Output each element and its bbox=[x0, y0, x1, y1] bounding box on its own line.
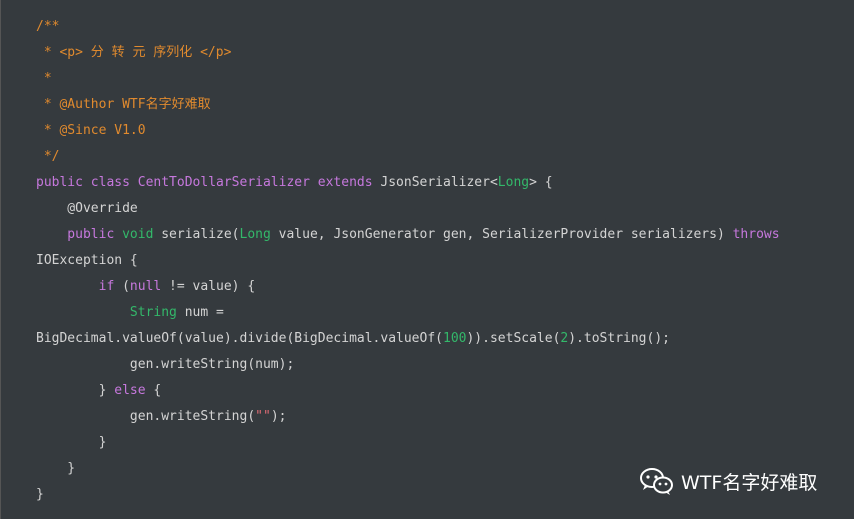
code-token: Long bbox=[497, 175, 530, 190]
code-line: public class CentToDollarSerializer exte… bbox=[36, 170, 780, 196]
watermark: WTF名字好难取 bbox=[639, 464, 817, 498]
code-token: gen.writeString(num); bbox=[36, 357, 295, 372]
code-line: * @Author WTF名字好难取 bbox=[36, 92, 780, 118]
code-token: } bbox=[36, 383, 115, 398]
code-token: "" bbox=[255, 409, 271, 424]
code-line: @Override bbox=[36, 196, 780, 222]
code-token: * @Author WTF名字好难取 bbox=[36, 97, 211, 112]
code-line: * <p> 分 转 元 序列化 </p> bbox=[36, 40, 780, 66]
code-token: null bbox=[129, 279, 162, 294]
code-token: * <p> 分 转 元 序列化 </p> bbox=[36, 45, 232, 60]
code-token: if bbox=[36, 279, 123, 294]
code-token: * @Since V1.0 bbox=[36, 123, 146, 138]
code-token: IOException { bbox=[36, 253, 138, 268]
code-line: /** bbox=[36, 14, 780, 40]
code-token: ).toString(); bbox=[568, 331, 670, 346]
code-token: String bbox=[129, 305, 177, 320]
code-token: * bbox=[36, 71, 52, 86]
code-token: else bbox=[114, 383, 146, 398]
code-line: public void serialize(Long value, JsonGe… bbox=[36, 222, 780, 248]
code-token: JsonSerializer< bbox=[380, 175, 498, 190]
code-line: } bbox=[36, 430, 780, 456]
code-block: /** * <p> 分 转 元 序列化 </p> * * @Author WTF… bbox=[0, 0, 854, 519]
watermark-text: WTF名字好难取 bbox=[681, 471, 818, 494]
code-token: public bbox=[36, 227, 123, 242]
code-text: /** * <p> 分 转 元 序列化 </p> * * @Author WTF… bbox=[36, 14, 780, 508]
code-line: BigDecimal.valueOf(value).divide(BigDeci… bbox=[36, 326, 780, 352]
code-token: @Override bbox=[36, 201, 138, 216]
code-line: */ bbox=[36, 144, 780, 170]
code-token: } bbox=[36, 461, 76, 476]
code-line: } else { bbox=[36, 378, 780, 404]
code-token: */ bbox=[36, 149, 60, 164]
code-token: ( bbox=[122, 279, 130, 294]
code-token: void bbox=[122, 227, 162, 242]
code-line: * @Since V1.0 bbox=[36, 118, 780, 144]
code-token: throws bbox=[732, 227, 780, 242]
code-token: value, JsonGenerator gen, SerializerProv… bbox=[270, 227, 733, 242]
code-token: } bbox=[36, 435, 107, 450]
wechat-icon bbox=[640, 468, 673, 495]
code-token: extends bbox=[309, 175, 381, 190]
code-token: BigDecimal.valueOf(value).divide(BigDeci… bbox=[36, 331, 443, 346]
code-line: * bbox=[36, 66, 780, 92]
code-token: public class bbox=[36, 175, 138, 190]
code-line: if (null != value) { bbox=[36, 274, 780, 300]
code-token: 100 bbox=[443, 331, 467, 346]
code-token: num = bbox=[176, 305, 224, 320]
code-token: )).setScale( bbox=[466, 331, 561, 346]
code-line: IOException { bbox=[36, 248, 780, 274]
code-token: CentToDollarSerializer bbox=[137, 175, 310, 190]
code-token: Long bbox=[239, 227, 271, 242]
code-line: gen.writeString(num); bbox=[36, 352, 780, 378]
code-token: /** bbox=[36, 19, 60, 34]
code-line: String num = bbox=[36, 300, 780, 326]
code-token: ); bbox=[270, 409, 287, 424]
code-token: > { bbox=[529, 175, 553, 190]
code-token: gen.writeString( bbox=[36, 409, 256, 424]
code-line: gen.writeString(""); bbox=[36, 404, 780, 430]
code-token: serialize( bbox=[161, 227, 240, 242]
code-token: { bbox=[145, 383, 162, 398]
code-token: } bbox=[36, 487, 44, 502]
code-token: != value) { bbox=[161, 279, 256, 294]
